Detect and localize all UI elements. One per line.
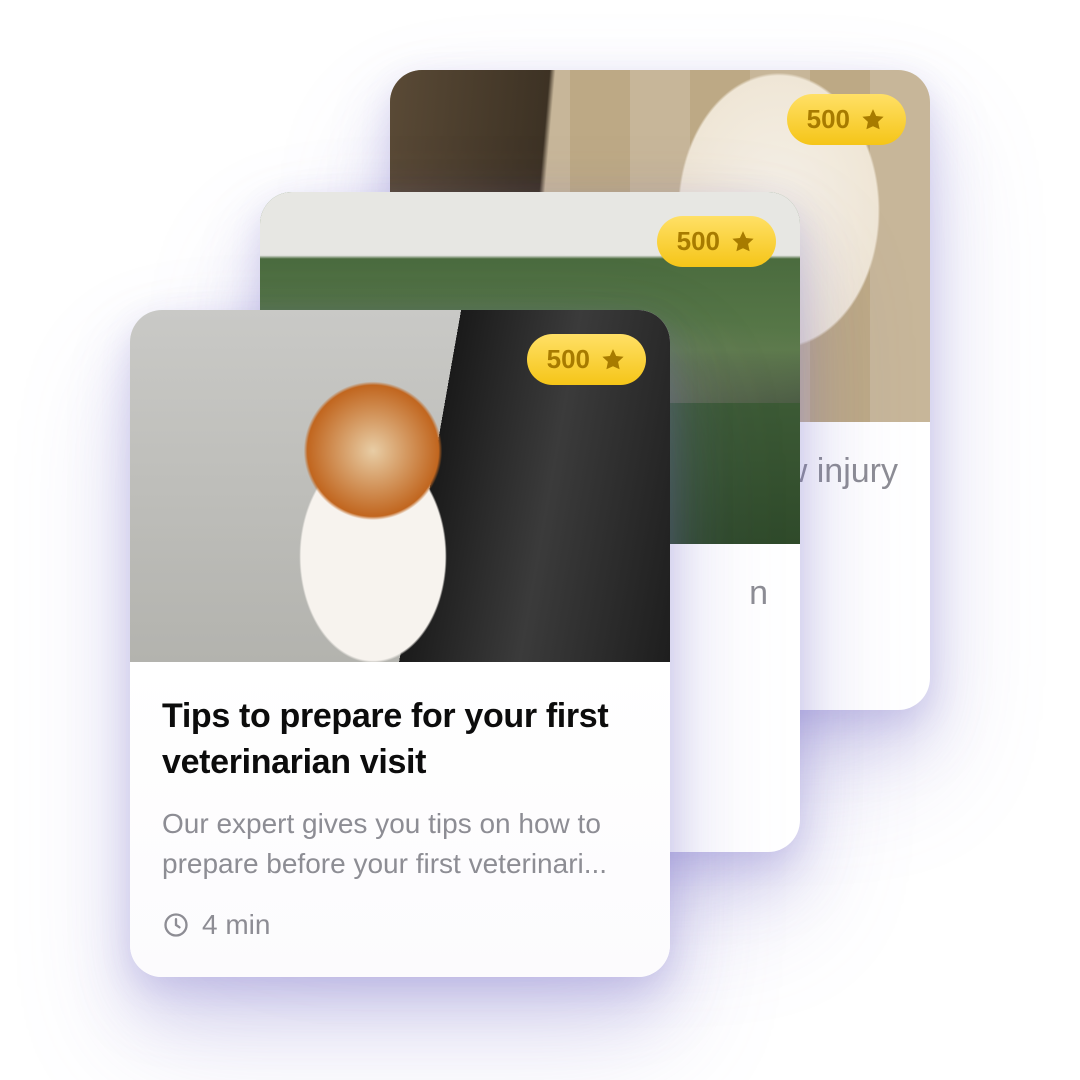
points-badge: 500 [527, 334, 646, 385]
points-badge: 500 [657, 216, 776, 267]
star-icon [600, 347, 626, 373]
card-cover-image: 500 [130, 310, 670, 662]
read-time-value: 4 min [202, 909, 270, 941]
points-value: 500 [547, 344, 590, 375]
card-stack: 500 w injury 500 n 500 [0, 0, 1080, 1080]
card-description: Our expert gives you tips on how to prep… [162, 804, 638, 885]
card-title: Tips to prepare for your first veterinar… [162, 694, 638, 786]
clock-icon [162, 911, 190, 939]
star-icon [860, 107, 886, 133]
star-icon [730, 229, 756, 255]
read-time: 4 min [162, 909, 638, 941]
points-value: 500 [807, 104, 850, 135]
card-body: Tips to prepare for your first veterinar… [130, 662, 670, 977]
points-badge: 500 [787, 94, 906, 145]
points-value: 500 [677, 226, 720, 257]
article-card-1[interactable]: 500 Tips to prepare for your first veter… [130, 310, 670, 977]
